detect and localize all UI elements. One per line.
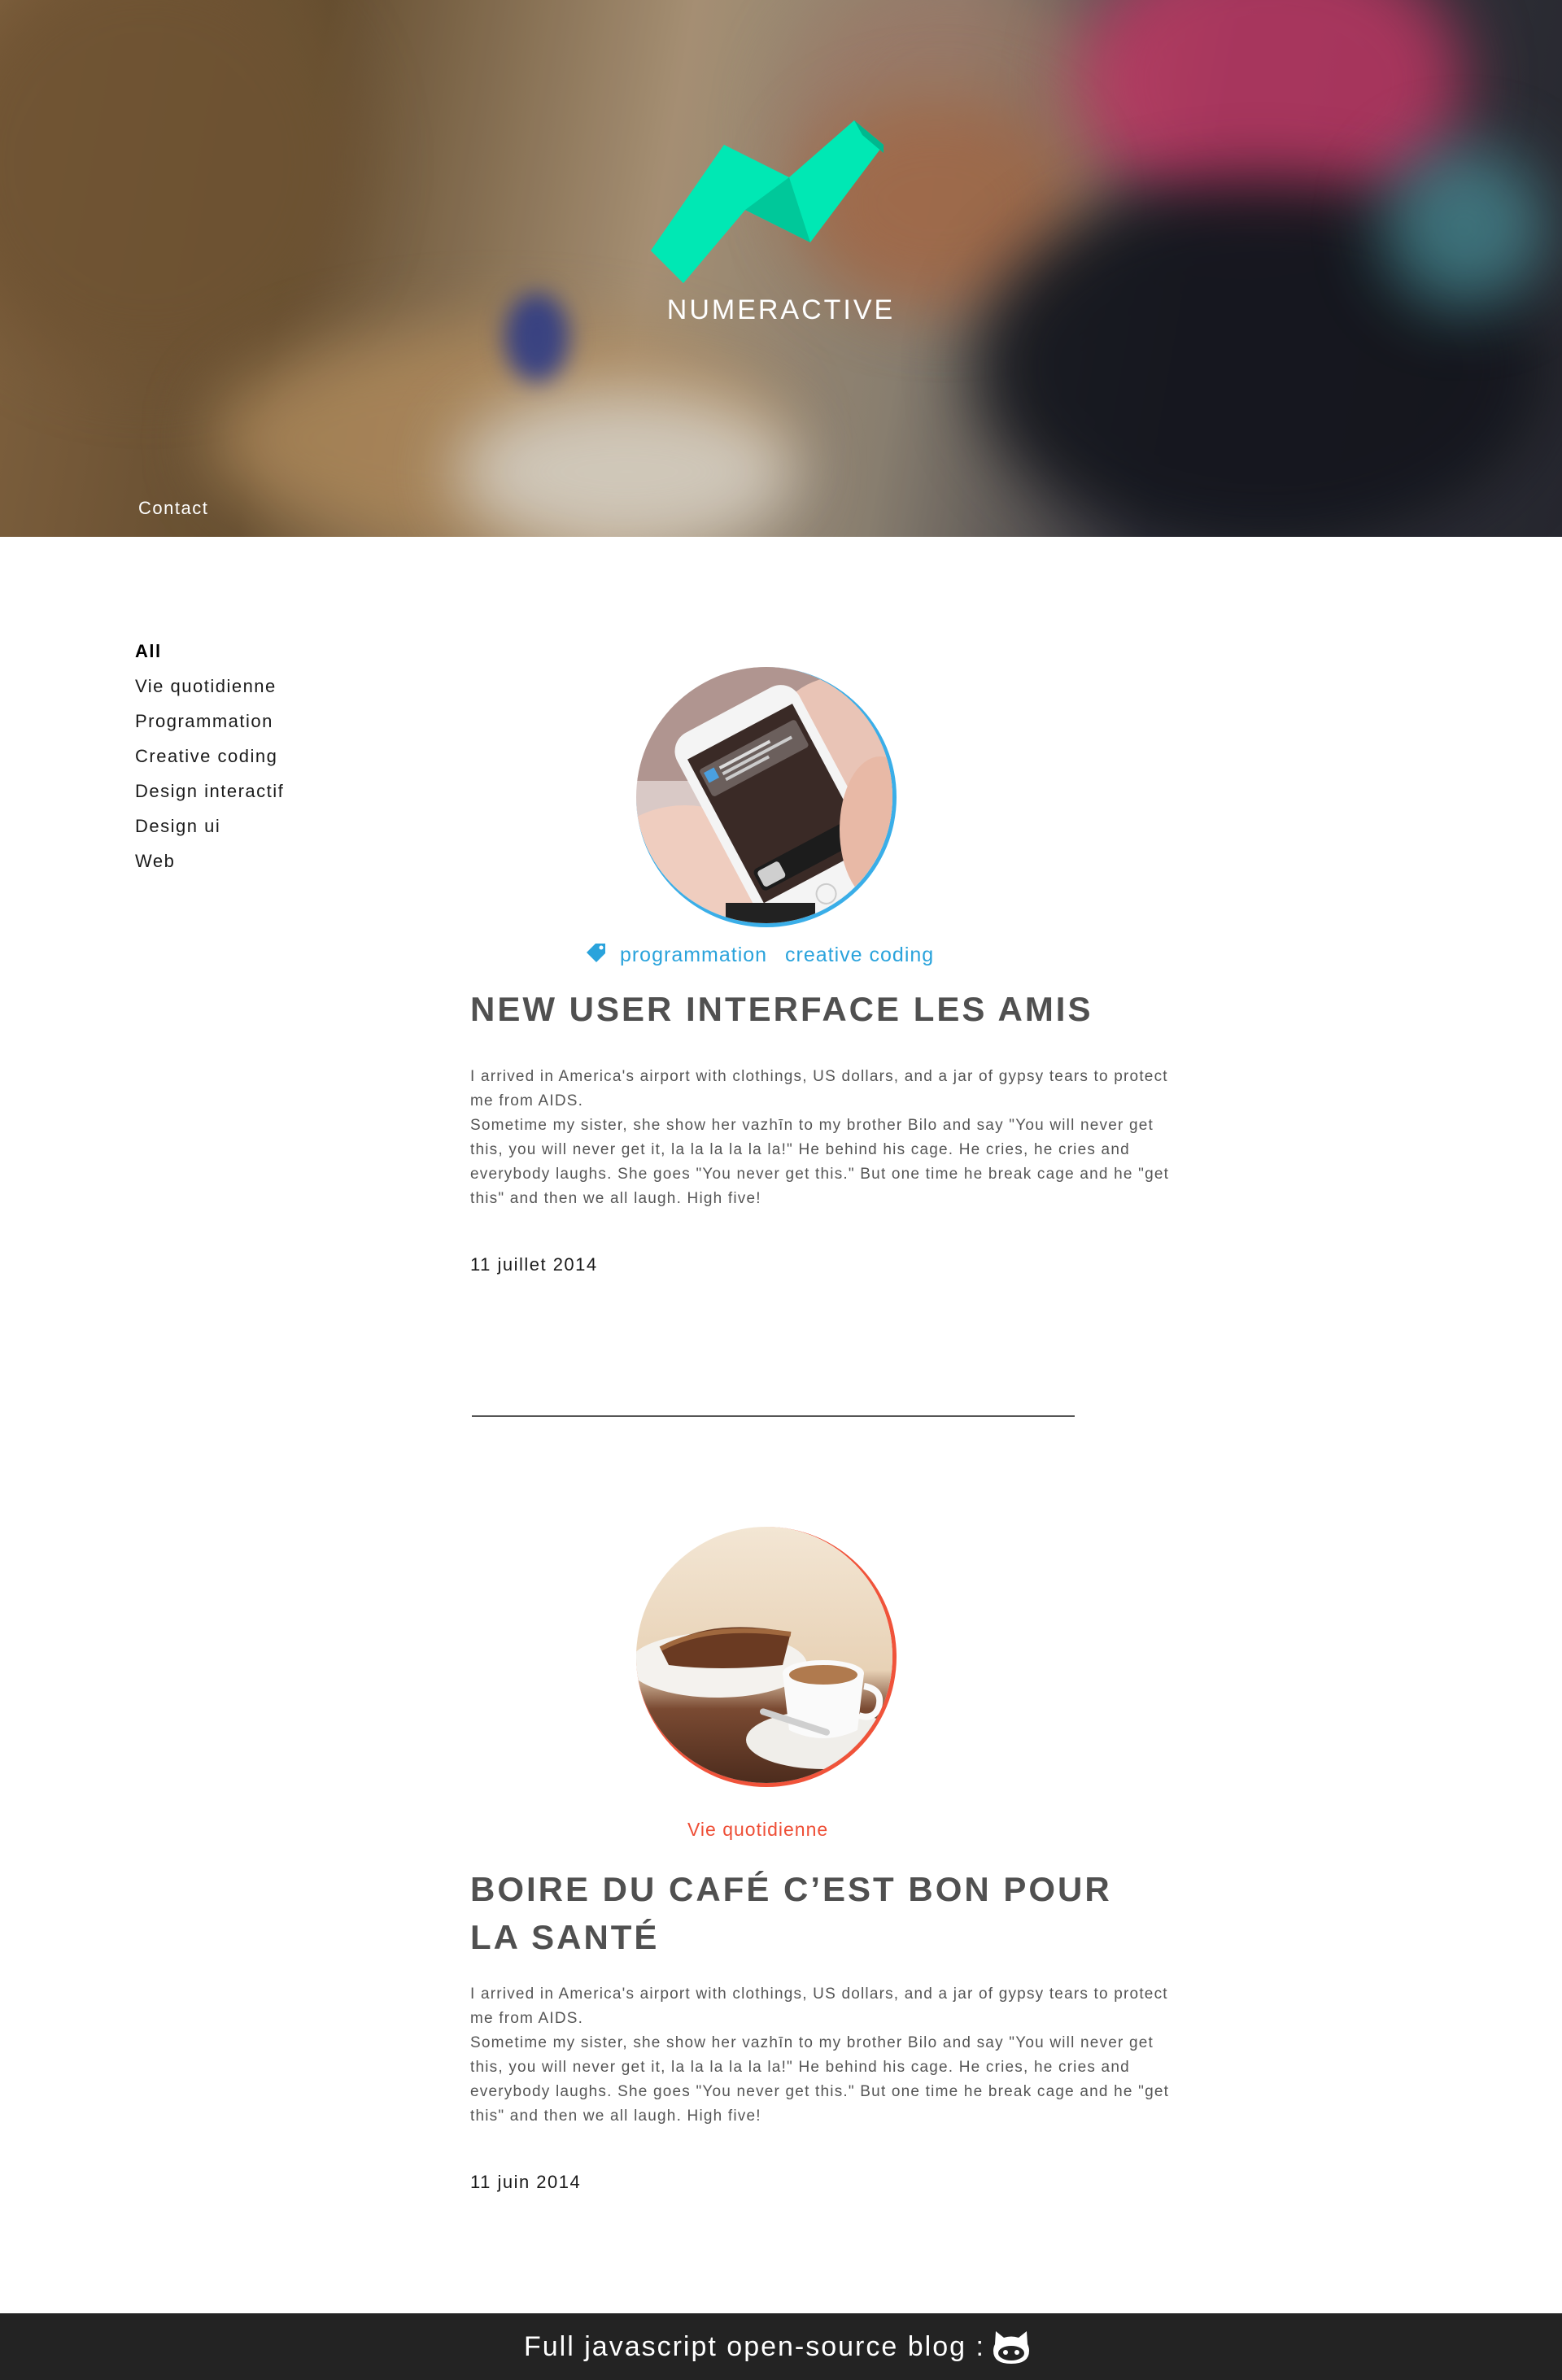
category-design-ui[interactable]: Design ui bbox=[135, 814, 284, 849]
post-paragraph: Sometime my sister, she show her vazhīn … bbox=[470, 2034, 1170, 2125]
category-design-interactif[interactable]: Design interactif bbox=[135, 779, 284, 814]
post-date: 11 juillet 2014 bbox=[470, 1254, 598, 1275]
hero-banner: NUMERACTIVE Contact bbox=[0, 0, 1562, 537]
site-title[interactable]: NUMERACTIVE bbox=[618, 294, 944, 326]
category-programmation[interactable]: Programmation bbox=[135, 709, 284, 744]
post-title[interactable]: New user interface les amis bbox=[470, 985, 1202, 1033]
post-excerpt: I arrived in America's airport with clot… bbox=[470, 1982, 1186, 2129]
category-filter-list: All Vie quotidienne Programmation Creati… bbox=[135, 639, 284, 884]
category-creative-coding[interactable]: Creative coding bbox=[135, 744, 284, 779]
tag-link[interactable]: Vie quotidienne bbox=[687, 1819, 828, 1840]
post-paragraph: Sometime my sister, she show her vazhīn … bbox=[470, 1117, 1170, 1207]
coffee-cup-image bbox=[636, 1527, 892, 1783]
post-divider bbox=[472, 1415, 1075, 1417]
category-web[interactable]: Web bbox=[135, 849, 284, 884]
post-date: 11 juin 2014 bbox=[470, 2172, 582, 2192]
tag-link[interactable]: creative coding bbox=[785, 944, 934, 966]
phone-notification-image bbox=[636, 667, 892, 923]
numeractive-logo[interactable] bbox=[651, 120, 884, 283]
post-title[interactable]: Boire du café c’est bon pour la santé bbox=[470, 1865, 1170, 1961]
post-tags: programmation creative coding bbox=[586, 942, 945, 967]
footer-text: Full javascript open-source blog : bbox=[524, 2331, 985, 2362]
tag-link[interactable]: programmation bbox=[620, 944, 767, 966]
category-all[interactable]: All bbox=[135, 639, 284, 674]
post-thumbnail[interactable] bbox=[636, 667, 897, 927]
github-icon[interactable] bbox=[991, 2328, 1032, 2365]
post-paragraph: I arrived in America's airport with clot… bbox=[470, 1068, 1168, 1109]
contact-link[interactable]: Contact bbox=[138, 498, 208, 519]
footer: Full javascript open-source blog : bbox=[0, 2313, 1562, 2380]
post-thumbnail[interactable] bbox=[636, 1527, 897, 1787]
post-tags: Vie quotidienne bbox=[687, 1819, 828, 1841]
post-paragraph: I arrived in America's airport with clot… bbox=[470, 1986, 1168, 2027]
category-vie-quotidienne[interactable]: Vie quotidienne bbox=[135, 674, 284, 709]
post-excerpt: I arrived in America's airport with clot… bbox=[470, 1065, 1186, 1211]
tag-icon bbox=[587, 944, 605, 962]
